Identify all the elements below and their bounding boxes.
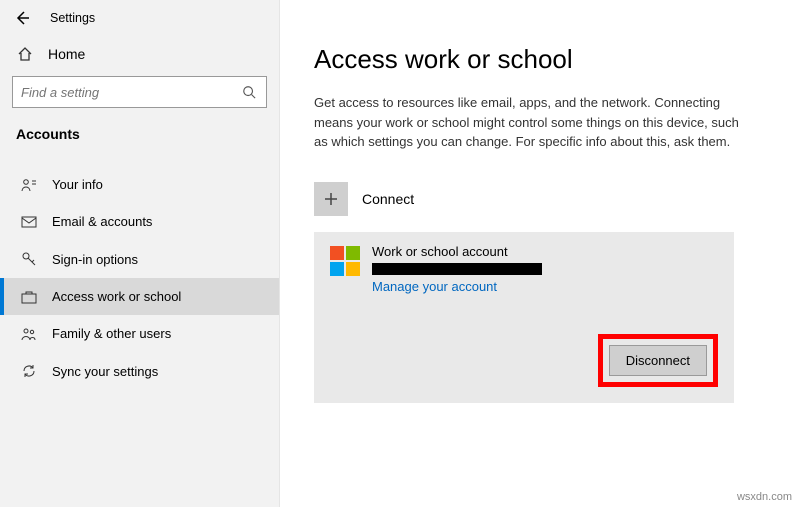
sidebar-item-label: Sign-in options [52, 252, 138, 267]
back-button[interactable] [12, 8, 32, 28]
account-title: Work or school account [372, 244, 542, 259]
search-box[interactable] [12, 76, 267, 108]
card-footer: Disconnect [330, 334, 718, 387]
account-info: Work or school account Manage your accou… [372, 244, 542, 294]
mail-icon [20, 216, 38, 228]
nav-list: Your info Email & accounts Sign-in optio… [0, 166, 279, 390]
home-button[interactable]: Home [0, 34, 279, 72]
page-description: Get access to resources like email, apps… [314, 93, 744, 152]
watermark: wsxdn.com [737, 491, 792, 503]
sync-icon [20, 363, 38, 379]
sidebar-item-family-users[interactable]: Family & other users [0, 315, 279, 352]
account-card[interactable]: Work or school account Manage your accou… [314, 232, 734, 403]
sidebar-item-email-accounts[interactable]: Email & accounts [0, 203, 279, 240]
connect-label: Connect [362, 191, 414, 207]
key-icon [20, 251, 38, 267]
arrow-left-icon [14, 10, 30, 26]
sidebar-item-label: Family & other users [52, 326, 171, 341]
people-icon [20, 327, 38, 341]
disconnect-button[interactable]: Disconnect [609, 345, 707, 376]
sidebar: Settings Home Accounts Your info Email &… [0, 0, 280, 507]
home-icon [16, 46, 34, 62]
account-header: Work or school account Manage your accou… [330, 244, 718, 294]
sidebar-item-your-info[interactable]: Your info [0, 166, 279, 203]
page-title: Access work or school [314, 44, 760, 75]
briefcase-icon [20, 290, 38, 304]
sidebar-item-label: Your info [52, 177, 103, 192]
sidebar-item-label: Email & accounts [52, 214, 152, 229]
annotation-highlight: Disconnect [598, 334, 718, 387]
plus-icon [314, 182, 348, 216]
manage-account-link[interactable]: Manage your account [372, 279, 542, 294]
sidebar-item-label: Sync your settings [52, 364, 158, 379]
connect-button[interactable]: Connect [314, 182, 760, 216]
home-label: Home [48, 46, 85, 62]
section-title: Accounts [0, 122, 279, 156]
main-content: Access work or school Get access to reso… [280, 0, 800, 507]
sidebar-item-label: Access work or school [52, 289, 181, 304]
sidebar-item-signin-options[interactable]: Sign-in options [0, 240, 279, 278]
search-icon [242, 85, 258, 99]
microsoft-logo-icon [330, 246, 360, 276]
redacted-email [372, 263, 542, 275]
sidebar-item-sync-settings[interactable]: Sync your settings [0, 352, 279, 390]
person-badge-icon [20, 178, 38, 192]
sidebar-item-access-work-school[interactable]: Access work or school [0, 278, 279, 315]
search-input[interactable] [21, 85, 242, 100]
header-row: Settings [0, 0, 279, 34]
app-title: Settings [50, 11, 95, 25]
